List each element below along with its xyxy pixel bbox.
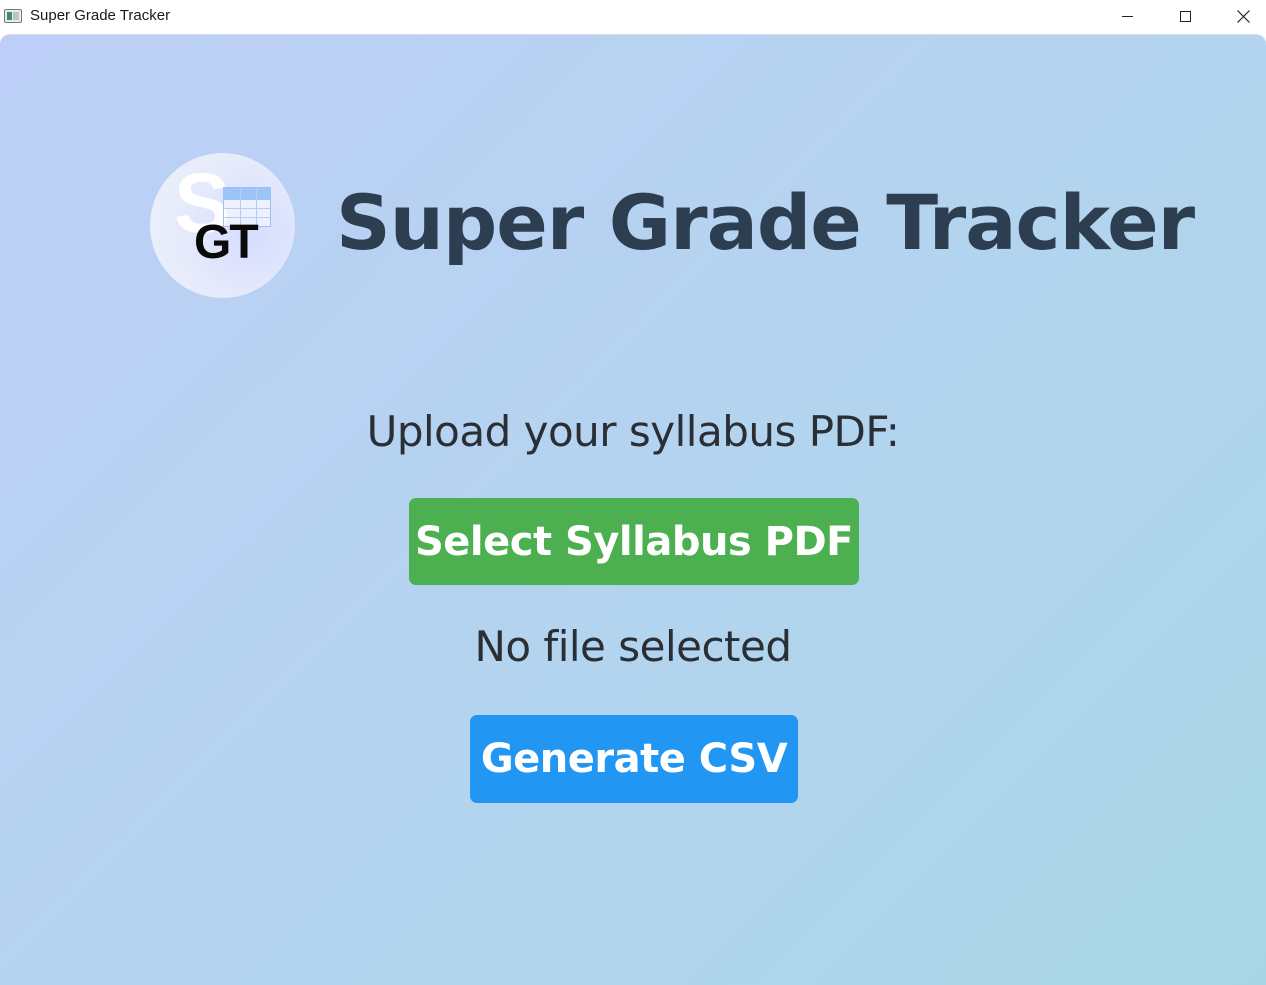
file-status-text: No file selected <box>474 622 792 671</box>
close-button[interactable] <box>1214 0 1266 34</box>
app-window: Super Grade Tracker S GT Super Grade Tra… <box>0 0 1266 985</box>
title-bar[interactable]: Super Grade Tracker <box>0 0 1266 34</box>
app-logo: S GT <box>150 153 295 298</box>
app-icon <box>4 9 22 23</box>
minimize-icon <box>1121 15 1133 17</box>
maximize-icon <box>1179 10 1191 22</box>
main-panel: S GT Super Grade Tracker Upload your syl… <box>0 34 1266 985</box>
window-title: Super Grade Tracker <box>30 7 171 24</box>
minimize-button[interactable] <box>1098 0 1156 34</box>
page-title: Super Grade Tracker <box>336 178 1195 267</box>
maximize-button[interactable] <box>1156 0 1214 34</box>
upload-label: Upload your syllabus PDF: <box>366 407 900 456</box>
logo-initials: GT <box>194 216 259 269</box>
close-icon <box>1236 9 1250 23</box>
generate-csv-button[interactable]: Generate CSV <box>470 715 798 803</box>
select-syllabus-button[interactable]: Select Syllabus PDF <box>409 498 859 585</box>
